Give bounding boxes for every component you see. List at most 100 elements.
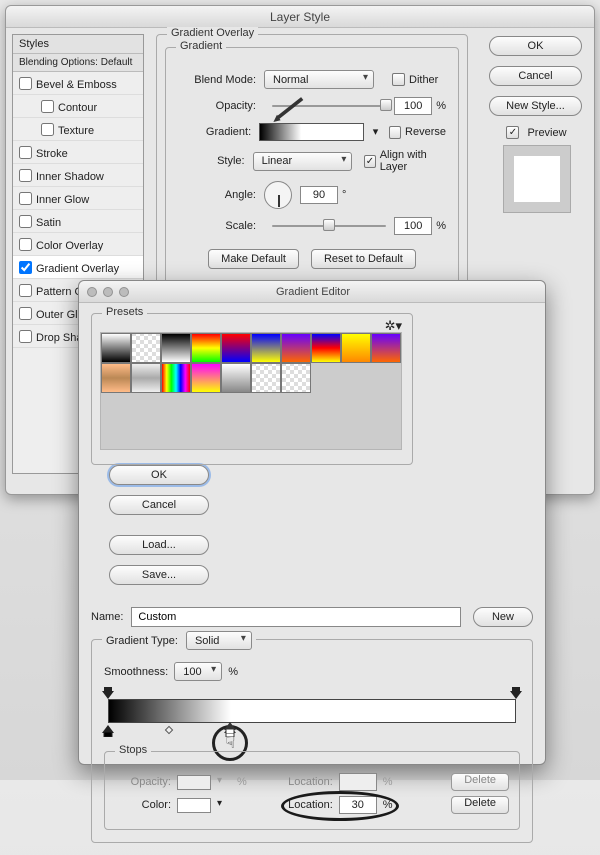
window-traffic-lights[interactable] xyxy=(87,287,129,297)
checkbox[interactable] xyxy=(19,146,32,159)
opacity-location-value[interactable] xyxy=(339,773,377,791)
checkbox[interactable] xyxy=(19,284,32,297)
preset-swatch[interactable] xyxy=(371,333,401,363)
color-stop-label: Color: xyxy=(115,799,171,811)
ge-save-button[interactable]: Save... xyxy=(109,565,209,585)
align-label: Align with Layer xyxy=(380,149,446,173)
gradient-bar[interactable]: ☟ xyxy=(108,699,516,723)
opacity-slider[interactable] xyxy=(272,99,386,113)
preset-swatches[interactable] xyxy=(100,332,402,450)
preset-swatch[interactable] xyxy=(131,363,161,393)
preset-swatch[interactable] xyxy=(101,333,131,363)
checkbox[interactable] xyxy=(19,77,32,90)
ge-new-button[interactable]: New xyxy=(473,607,533,627)
preset-swatch[interactable] xyxy=(161,363,191,393)
gradient-editor-titlebar[interactable]: Gradient Editor xyxy=(79,281,545,303)
gradient-type-label: Gradient Type: xyxy=(106,635,178,647)
group-label: Gradient Overlay xyxy=(167,27,258,39)
scale-label: Scale: xyxy=(178,220,256,232)
align-checkbox[interactable] xyxy=(364,155,375,168)
preset-swatch[interactable] xyxy=(251,333,281,363)
name-label: Name: xyxy=(91,611,123,623)
checkbox[interactable] xyxy=(41,100,54,113)
delete-color-stop-button[interactable]: Delete xyxy=(451,796,509,814)
checkbox[interactable] xyxy=(19,330,32,343)
gradient-editor-window: Gradient Editor Presets ✲▾ OK Cancel Loa… xyxy=(78,280,546,765)
midpoint-icon[interactable] xyxy=(165,726,173,734)
blend-mode-select[interactable]: Normal xyxy=(264,70,374,89)
preset-swatch[interactable] xyxy=(311,333,341,363)
ok-button[interactable]: OK xyxy=(489,36,582,56)
color-location-value[interactable]: 30 xyxy=(339,796,377,814)
opacity-value[interactable]: 100 xyxy=(394,97,432,115)
checkbox[interactable] xyxy=(19,169,32,182)
opacity-stop-icon[interactable] xyxy=(102,687,114,699)
name-input[interactable] xyxy=(131,607,461,627)
preset-swatch[interactable] xyxy=(191,363,221,393)
opacity-stop-icon[interactable] xyxy=(510,687,522,699)
style-item-satin[interactable]: Satin xyxy=(13,210,143,233)
blend-mode-label: Blend Mode: xyxy=(178,74,256,86)
preset-swatch[interactable] xyxy=(281,333,311,363)
gradient-editor-buttons: OK Cancel Load... Save... xyxy=(109,465,213,595)
angle-value[interactable]: 90 xyxy=(300,186,338,204)
style-item-stroke[interactable]: Stroke xyxy=(13,141,143,164)
preset-swatch[interactable] xyxy=(371,363,401,393)
gradient-picker[interactable] xyxy=(259,123,364,141)
ge-ok-button[interactable]: OK xyxy=(109,465,209,485)
opacity-stop-value[interactable] xyxy=(177,775,211,790)
preset-swatch[interactable] xyxy=(221,363,251,393)
styles-header[interactable]: Styles xyxy=(13,35,143,54)
gradient-type-group: Gradient Type: Solid Smoothness: 100 % ☟ xyxy=(91,639,533,843)
delete-opacity-stop-button[interactable]: Delete xyxy=(451,773,509,791)
reset-default-button[interactable]: Reset to Default xyxy=(311,249,416,269)
layer-style-titlebar[interactable]: Layer Style xyxy=(6,6,594,28)
style-item-inner-shadow[interactable]: Inner Shadow xyxy=(13,164,143,187)
preset-swatch[interactable] xyxy=(341,333,371,363)
gradient-style-select[interactable]: Linear xyxy=(253,152,353,171)
preview-checkbox[interactable] xyxy=(506,126,519,139)
color-stop-icon[interactable] xyxy=(102,725,114,737)
gear-icon[interactable]: ✲▾ xyxy=(385,318,402,334)
preset-swatch[interactable] xyxy=(131,333,161,363)
cancel-button[interactable]: Cancel xyxy=(489,66,582,86)
ge-load-button[interactable]: Load... xyxy=(109,535,209,555)
style-item-color-overlay[interactable]: Color Overlay xyxy=(13,233,143,256)
checkbox[interactable] xyxy=(19,307,32,320)
gradient-type-select[interactable]: Solid xyxy=(186,631,252,650)
reverse-label: Reverse xyxy=(405,126,446,138)
preset-swatch[interactable] xyxy=(311,363,341,393)
dither-checkbox[interactable] xyxy=(392,73,405,86)
angle-dial[interactable] xyxy=(264,181,292,209)
style-item-gradient-overlay[interactable]: Gradient Overlay xyxy=(13,256,143,279)
checkbox[interactable] xyxy=(19,261,32,274)
preset-swatch[interactable] xyxy=(251,363,281,393)
preset-swatch[interactable] xyxy=(161,333,191,363)
gradient-inner-group: Gradient Blend Mode: Normal Dither Opaci… xyxy=(165,47,459,285)
smoothness-input[interactable]: 100 xyxy=(174,662,222,681)
make-default-button[interactable]: Make Default xyxy=(208,249,299,269)
color-stop-swatch[interactable] xyxy=(177,798,211,813)
preset-swatch[interactable] xyxy=(191,333,221,363)
opacity-location-label: Location: xyxy=(277,776,333,788)
style-item-texture[interactable]: Texture xyxy=(13,118,143,141)
checkbox[interactable] xyxy=(19,192,32,205)
scale-slider[interactable] xyxy=(272,219,386,233)
scale-value[interactable]: 100 xyxy=(394,217,432,235)
preset-swatch[interactable] xyxy=(101,363,131,393)
style-label: Style: xyxy=(178,155,245,167)
checkbox[interactable] xyxy=(19,215,32,228)
blending-options-row[interactable]: Blending Options: Default xyxy=(13,54,143,72)
checkbox[interactable] xyxy=(19,238,32,251)
new-style-button[interactable]: New Style... xyxy=(489,96,582,116)
style-item-bevel[interactable]: Bevel & Emboss xyxy=(13,72,143,95)
preset-swatch[interactable] xyxy=(221,333,251,363)
ge-cancel-button[interactable]: Cancel xyxy=(109,495,209,515)
checkbox[interactable] xyxy=(41,123,54,136)
gradient-overlay-group: Gradient Overlay Gradient Blend Mode: No… xyxy=(156,34,468,294)
style-item-inner-glow[interactable]: Inner Glow xyxy=(13,187,143,210)
preset-swatch[interactable] xyxy=(341,363,371,393)
preset-swatch[interactable] xyxy=(281,363,311,393)
style-item-contour[interactable]: Contour xyxy=(13,95,143,118)
reverse-checkbox[interactable] xyxy=(389,126,401,139)
